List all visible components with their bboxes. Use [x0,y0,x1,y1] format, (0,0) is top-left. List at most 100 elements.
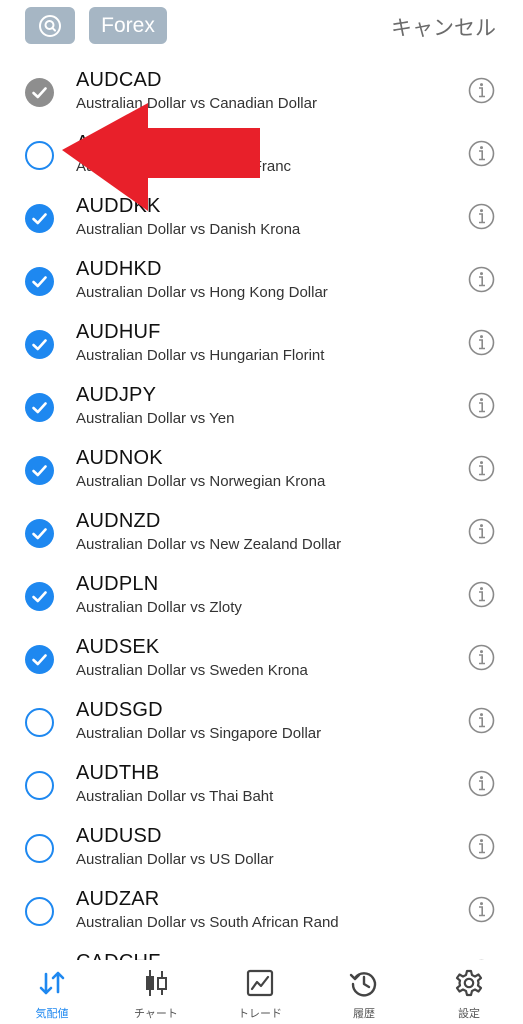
top-bar: Forex キャンセル [0,0,523,52]
symbol-description: Australian Dollar vs New Zealand Dollar [76,536,342,553]
checkmark-circle-checkbox [25,78,54,107]
bottom-tab-bar: 気配値 チャート トレード 履歴 設定 [0,960,523,1024]
symbol-row[interactable]: AUDNZD Australian Dollar vs New Zealand D… [0,499,523,562]
info-button[interactable] [468,455,495,482]
empty-circle-checkbox[interactable] [25,771,54,800]
trade-chart-icon [246,969,274,997]
symbol-description: Australian Dollar vs Hong Kong Dollar [76,284,328,301]
checkmark-icon [32,87,47,99]
symbol-description: Australian Dollar vs South African Rand [76,914,339,931]
symbol-row[interactable]: AUDSEK Australian Dollar vs Sweden Krona [0,625,523,688]
symbol-row[interactable]: AUDHUF Australian Dollar vs Hungarian Flo… [0,310,523,373]
symbol-row[interactable]: CADCHF [0,940,523,960]
info-button[interactable] [468,707,495,734]
symbol-code: AUDHUF [76,321,161,343]
symbol-code: AUDSGD [76,699,163,721]
info-button[interactable] [468,203,495,230]
symbol-row[interactable]: AUDDKK Australian Dollar vs Danish Krona [0,184,523,247]
cancel-button[interactable]: キャンセル [391,12,496,42]
checkmark-icon [32,591,47,603]
tab-quotes-label: 気配値 [35,1007,69,1020]
info-button[interactable] [468,77,495,104]
symbol-description: Australian Dollar vs Yen [76,410,235,427]
checkmark-circle-checkbox[interactable] [25,645,54,674]
info-button[interactable] [468,266,495,293]
info-button[interactable] [468,329,495,356]
info-icon [468,896,495,923]
symbol-code: AUDCHF [76,132,161,154]
info-icon [468,770,495,797]
symbol-row[interactable]: AUDSGD Australian Dollar vs Singapore Dol… [0,688,523,751]
empty-circle-checkbox[interactable] [25,708,54,737]
info-icon [468,77,495,104]
info-icon [468,455,495,482]
info-icon [468,644,495,671]
empty-circle-checkbox[interactable] [25,141,54,170]
tab-history-label: 履歴 [353,1007,375,1020]
symbol-row[interactable]: AUDZAR Australian Dollar vs South African… [0,877,523,940]
checkmark-circle-checkbox[interactable] [25,582,54,611]
symbol-description: Australian Dollar vs US Dollar [76,851,274,868]
checkmark-circle-checkbox[interactable] [25,267,54,296]
symbol-row[interactable]: AUDUSD Australian Dollar vs US Dollar [0,814,523,877]
symbol-row[interactable]: AUDCHF Australian Dollar vs Swiss Franc [0,121,523,184]
tab-history[interactable]: 履歴 [324,968,404,1021]
tab-chart-label: チャート [134,1007,178,1020]
symbol-code: AUDSEK [76,636,160,658]
checkmark-icon [32,654,47,666]
info-icon [468,833,495,860]
symbol-code: AUDPLN [76,573,159,595]
checkmark-icon [32,528,47,540]
checkmark-circle-checkbox[interactable] [25,519,54,548]
tab-trade-label: トレード [238,1007,282,1020]
checkmark-icon [32,402,47,414]
info-button[interactable] [468,581,495,608]
symbol-row[interactable]: AUDTHB Australian Dollar vs Thai Baht [0,751,523,814]
info-button[interactable] [468,833,495,860]
checkmark-circle-checkbox[interactable] [25,330,54,359]
gear-icon [455,969,483,997]
empty-circle-checkbox[interactable] [25,834,54,863]
tab-chart[interactable]: チャート [116,968,196,1021]
checkmark-circle-checkbox[interactable] [25,456,54,485]
symbol-row[interactable]: AUDPLN Australian Dollar vs Zloty [0,562,523,625]
symbol-code: AUDZAR [76,888,160,910]
symbol-description: Australian Dollar vs Singapore Dollar [76,725,322,742]
symbol-description: Australian Dollar vs Danish Krona [76,221,301,238]
tab-settings[interactable]: 設定 [429,968,509,1021]
info-icon [468,518,495,545]
search-button[interactable] [25,7,75,44]
symbol-row[interactable]: AUDHKD Australian Dollar vs Hong Kong Dol… [0,247,523,310]
info-icon [468,266,495,293]
symbol-description: Australian Dollar vs Canadian Dollar [76,95,317,112]
candlestick-icon [146,970,167,996]
symbol-code: AUDNZD [76,510,161,532]
symbol-row[interactable]: AUDCAD Australian Dollar vs Canadian Doll… [0,58,523,121]
info-button[interactable] [468,770,495,797]
info-icon [468,203,495,230]
checkmark-icon [32,276,47,288]
empty-circle-checkbox[interactable] [25,897,54,926]
info-button[interactable] [468,896,495,923]
info-icon [468,392,495,419]
info-button[interactable] [468,644,495,671]
symbol-code: AUDHKD [76,258,162,280]
checkmark-icon [32,213,47,225]
info-button[interactable] [468,140,495,167]
symbol-code: AUDDKK [76,195,161,217]
search-icon [39,14,61,37]
symbol-row[interactable]: AUDNOK Australian Dollar vs Norwegian Kro… [0,436,523,499]
checkmark-circle-checkbox[interactable] [25,393,54,422]
symbol-row[interactable]: AUDJPY Australian Dollar vs Yen [0,373,523,436]
info-button[interactable] [468,392,495,419]
tab-quotes[interactable]: 気配値 [12,968,92,1021]
symbol-description: Australian Dollar vs Norwegian Krona [76,473,326,490]
forex-filter-button[interactable]: Forex [89,7,167,44]
tab-trade[interactable]: トレード [220,968,300,1021]
symbol-code: AUDTHB [76,762,160,784]
info-button[interactable] [468,518,495,545]
checkmark-circle-checkbox[interactable] [25,204,54,233]
checkmark-icon [32,339,47,351]
info-icon [468,329,495,356]
symbol-code: AUDUSD [76,825,162,847]
